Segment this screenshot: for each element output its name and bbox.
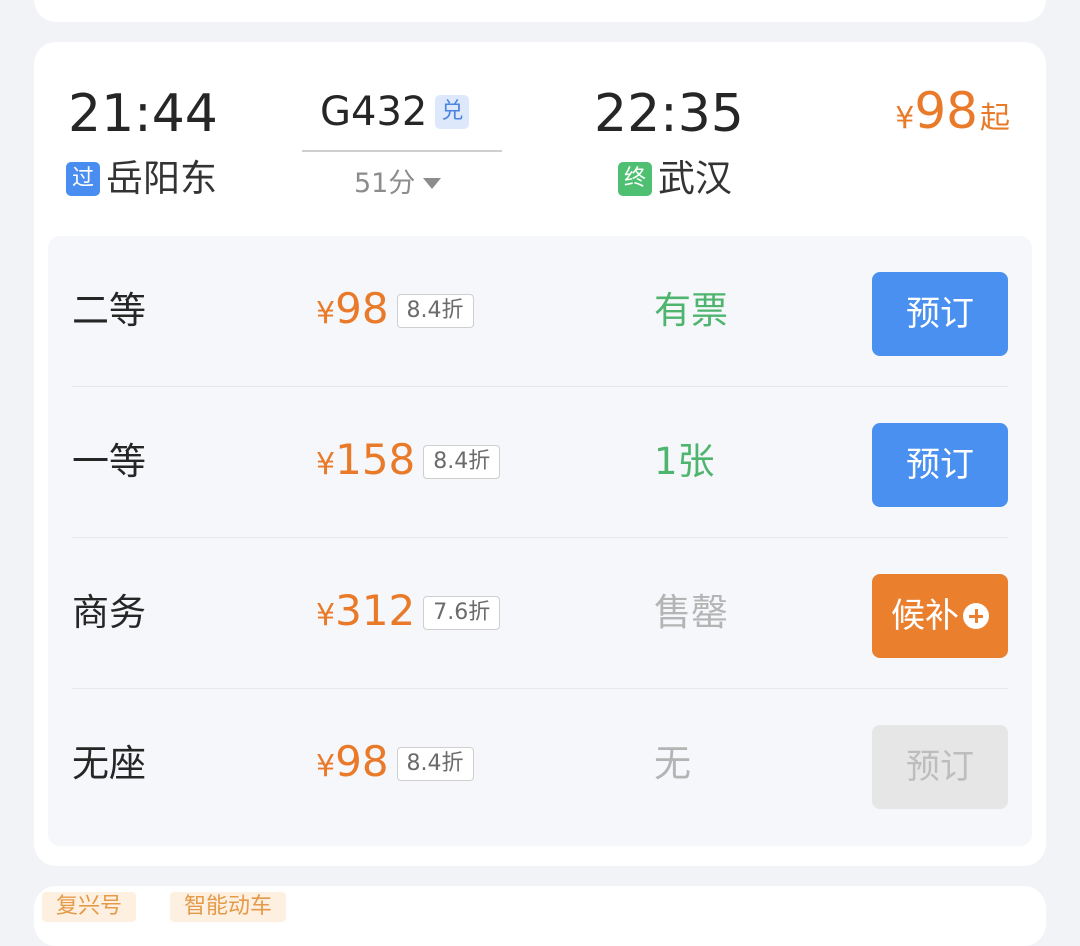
discount-badge: 7.6折 [423,596,501,630]
previous-train-card[interactable] [34,0,1046,22]
waitlist-button-label: 候补 [891,596,959,636]
currency-symbol: ¥ [316,296,336,331]
arrival-station-name: 武汉 [658,157,732,200]
terminal-station-tag: 终 [618,161,652,196]
price-from-suffix: 起 [980,101,1010,136]
book-button-label: 预订 [906,294,974,334]
seat-row-second-class: 二等 ¥ 98 8.4折 有票 预订 [48,236,1032,387]
pass-station-tag: 过 [66,161,100,196]
seat-row-business-class: 商务 ¥ 312 7.6折 售罄 候补 [48,538,1032,689]
seat-price-value: 158 [335,435,416,484]
train-type-tag: 复兴号 [42,892,137,922]
train-feature-tag: 智能动车 [170,892,287,922]
plus-circle-icon [963,603,989,629]
train-number[interactable]: G432 兑 [320,89,470,135]
seat-row-first-class: 一等 ¥ 158 8.4折 1张 预订 [48,387,1032,538]
seat-price: ¥ 98 8.4折 [316,288,474,334]
waitlist-button[interactable]: 候补 [872,574,1008,658]
currency-symbol: ¥ [316,447,336,482]
book-button-label: 预订 [906,747,974,787]
arrival-time: 22:35 [594,84,744,144]
duration-toggle[interactable]: 51分 [354,168,442,199]
duration-text: 51分 [354,168,416,199]
arrival-station: 终 武汉 [618,160,732,197]
seat-price: ¥ 312 7.6折 [316,586,501,636]
departure-time: 21:44 [68,84,218,144]
next-train-card[interactable]: 复兴号 智能动车 [34,886,1046,946]
seat-price: ¥ 158 8.4折 [316,435,501,485]
min-price-value: 98 [914,82,978,140]
availability-status: 1张 [654,440,715,483]
seat-class-name: 二等 [72,289,146,332]
currency-symbol: ¥ [316,749,336,784]
availability-status: 有票 [654,289,728,332]
seat-class-name: 无座 [72,742,146,785]
availability-status: 无 [654,742,691,785]
book-button[interactable]: 预订 [872,272,1008,356]
seat-price-value: 312 [335,586,416,635]
seat-row-standing: 无座 ¥ 98 8.4折 无 预订 [48,689,1032,840]
route-line [302,150,502,152]
currency-symbol: ¥ [316,598,336,633]
book-button-disabled[interactable]: 预订 [872,725,1008,809]
min-price: ¥ 98 起 [895,86,1010,136]
discount-badge: 8.4折 [396,747,474,781]
caret-down-icon [423,178,442,189]
availability-status: 售罄 [654,591,728,634]
departure-station-name: 岳阳东 [106,157,217,200]
currency-symbol: ¥ [895,101,915,136]
seat-price: ¥ 98 8.4折 [316,741,474,787]
exchange-badge: 兑 [435,95,470,129]
book-button[interactable]: 预订 [872,423,1008,507]
seat-class-name: 商务 [72,591,146,634]
discount-badge: 8.4折 [423,445,501,479]
train-card[interactable]: 21:44 过 岳阳东 G432 兑 51分 22:35 终 武汉 ¥ 98 起… [34,42,1046,866]
seat-price-value: 98 [335,737,389,786]
departure-station: 过 岳阳东 [66,160,217,197]
train-number-text: G432 [320,89,428,135]
discount-badge: 8.4折 [396,294,474,328]
book-button-label: 预订 [906,445,974,485]
seat-class-name: 一等 [72,440,146,483]
seat-class-list: 二等 ¥ 98 8.4折 有票 预订 一等 ¥ 158 8.4折 1张 预订 商… [48,236,1032,846]
seat-price-value: 98 [335,284,389,333]
